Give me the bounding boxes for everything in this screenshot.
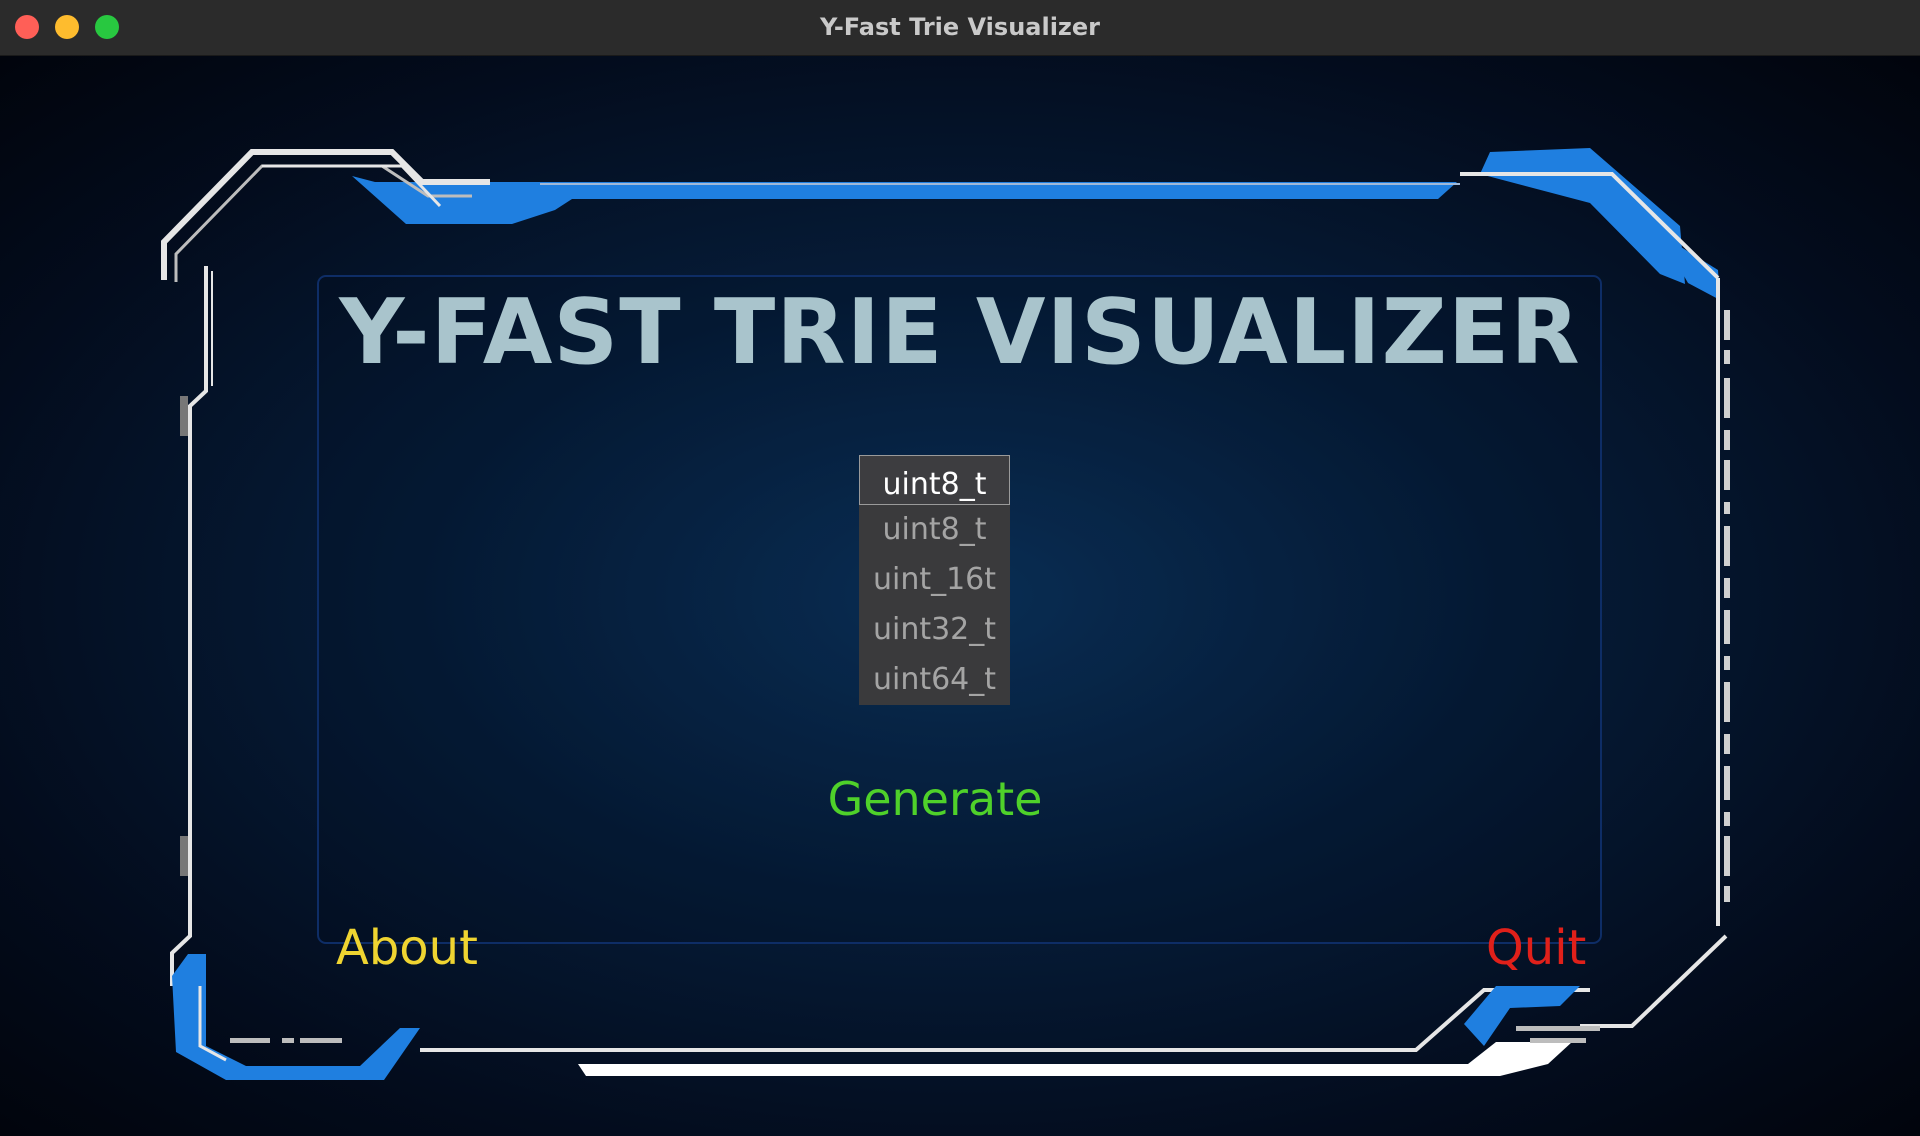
title-bar: Y-Fast Trie Visualizer: [0, 0, 1920, 56]
about-button[interactable]: About: [336, 918, 478, 978]
window-title: Y-Fast Trie Visualizer: [819, 13, 1101, 41]
integer-type-dropdown[interactable]: uint8_t uint8_t uint_16t uint32_t uint64…: [859, 455, 1010, 705]
app-window: Y-Fast Trie Visualizer Y-FAST TRIE VISUA…: [0, 0, 1920, 1136]
main-canvas: Y-FAST TRIE VISUALIZER uint8_t uint8_t u…: [0, 56, 1920, 1136]
dropdown-option-uint8[interactable]: uint8_t: [859, 505, 1010, 555]
app-heading: Y-FAST TRIE VISUALIZER: [339, 280, 1581, 385]
dropdown-selected-value[interactable]: uint8_t: [859, 455, 1010, 505]
dropdown-option-uint64[interactable]: uint64_t: [859, 655, 1010, 705]
dropdown-option-uint32[interactable]: uint32_t: [859, 605, 1010, 655]
dropdown-option-uint16[interactable]: uint_16t: [859, 555, 1010, 605]
generate-button[interactable]: Generate: [810, 769, 1060, 829]
quit-button[interactable]: Quit: [1486, 918, 1586, 978]
